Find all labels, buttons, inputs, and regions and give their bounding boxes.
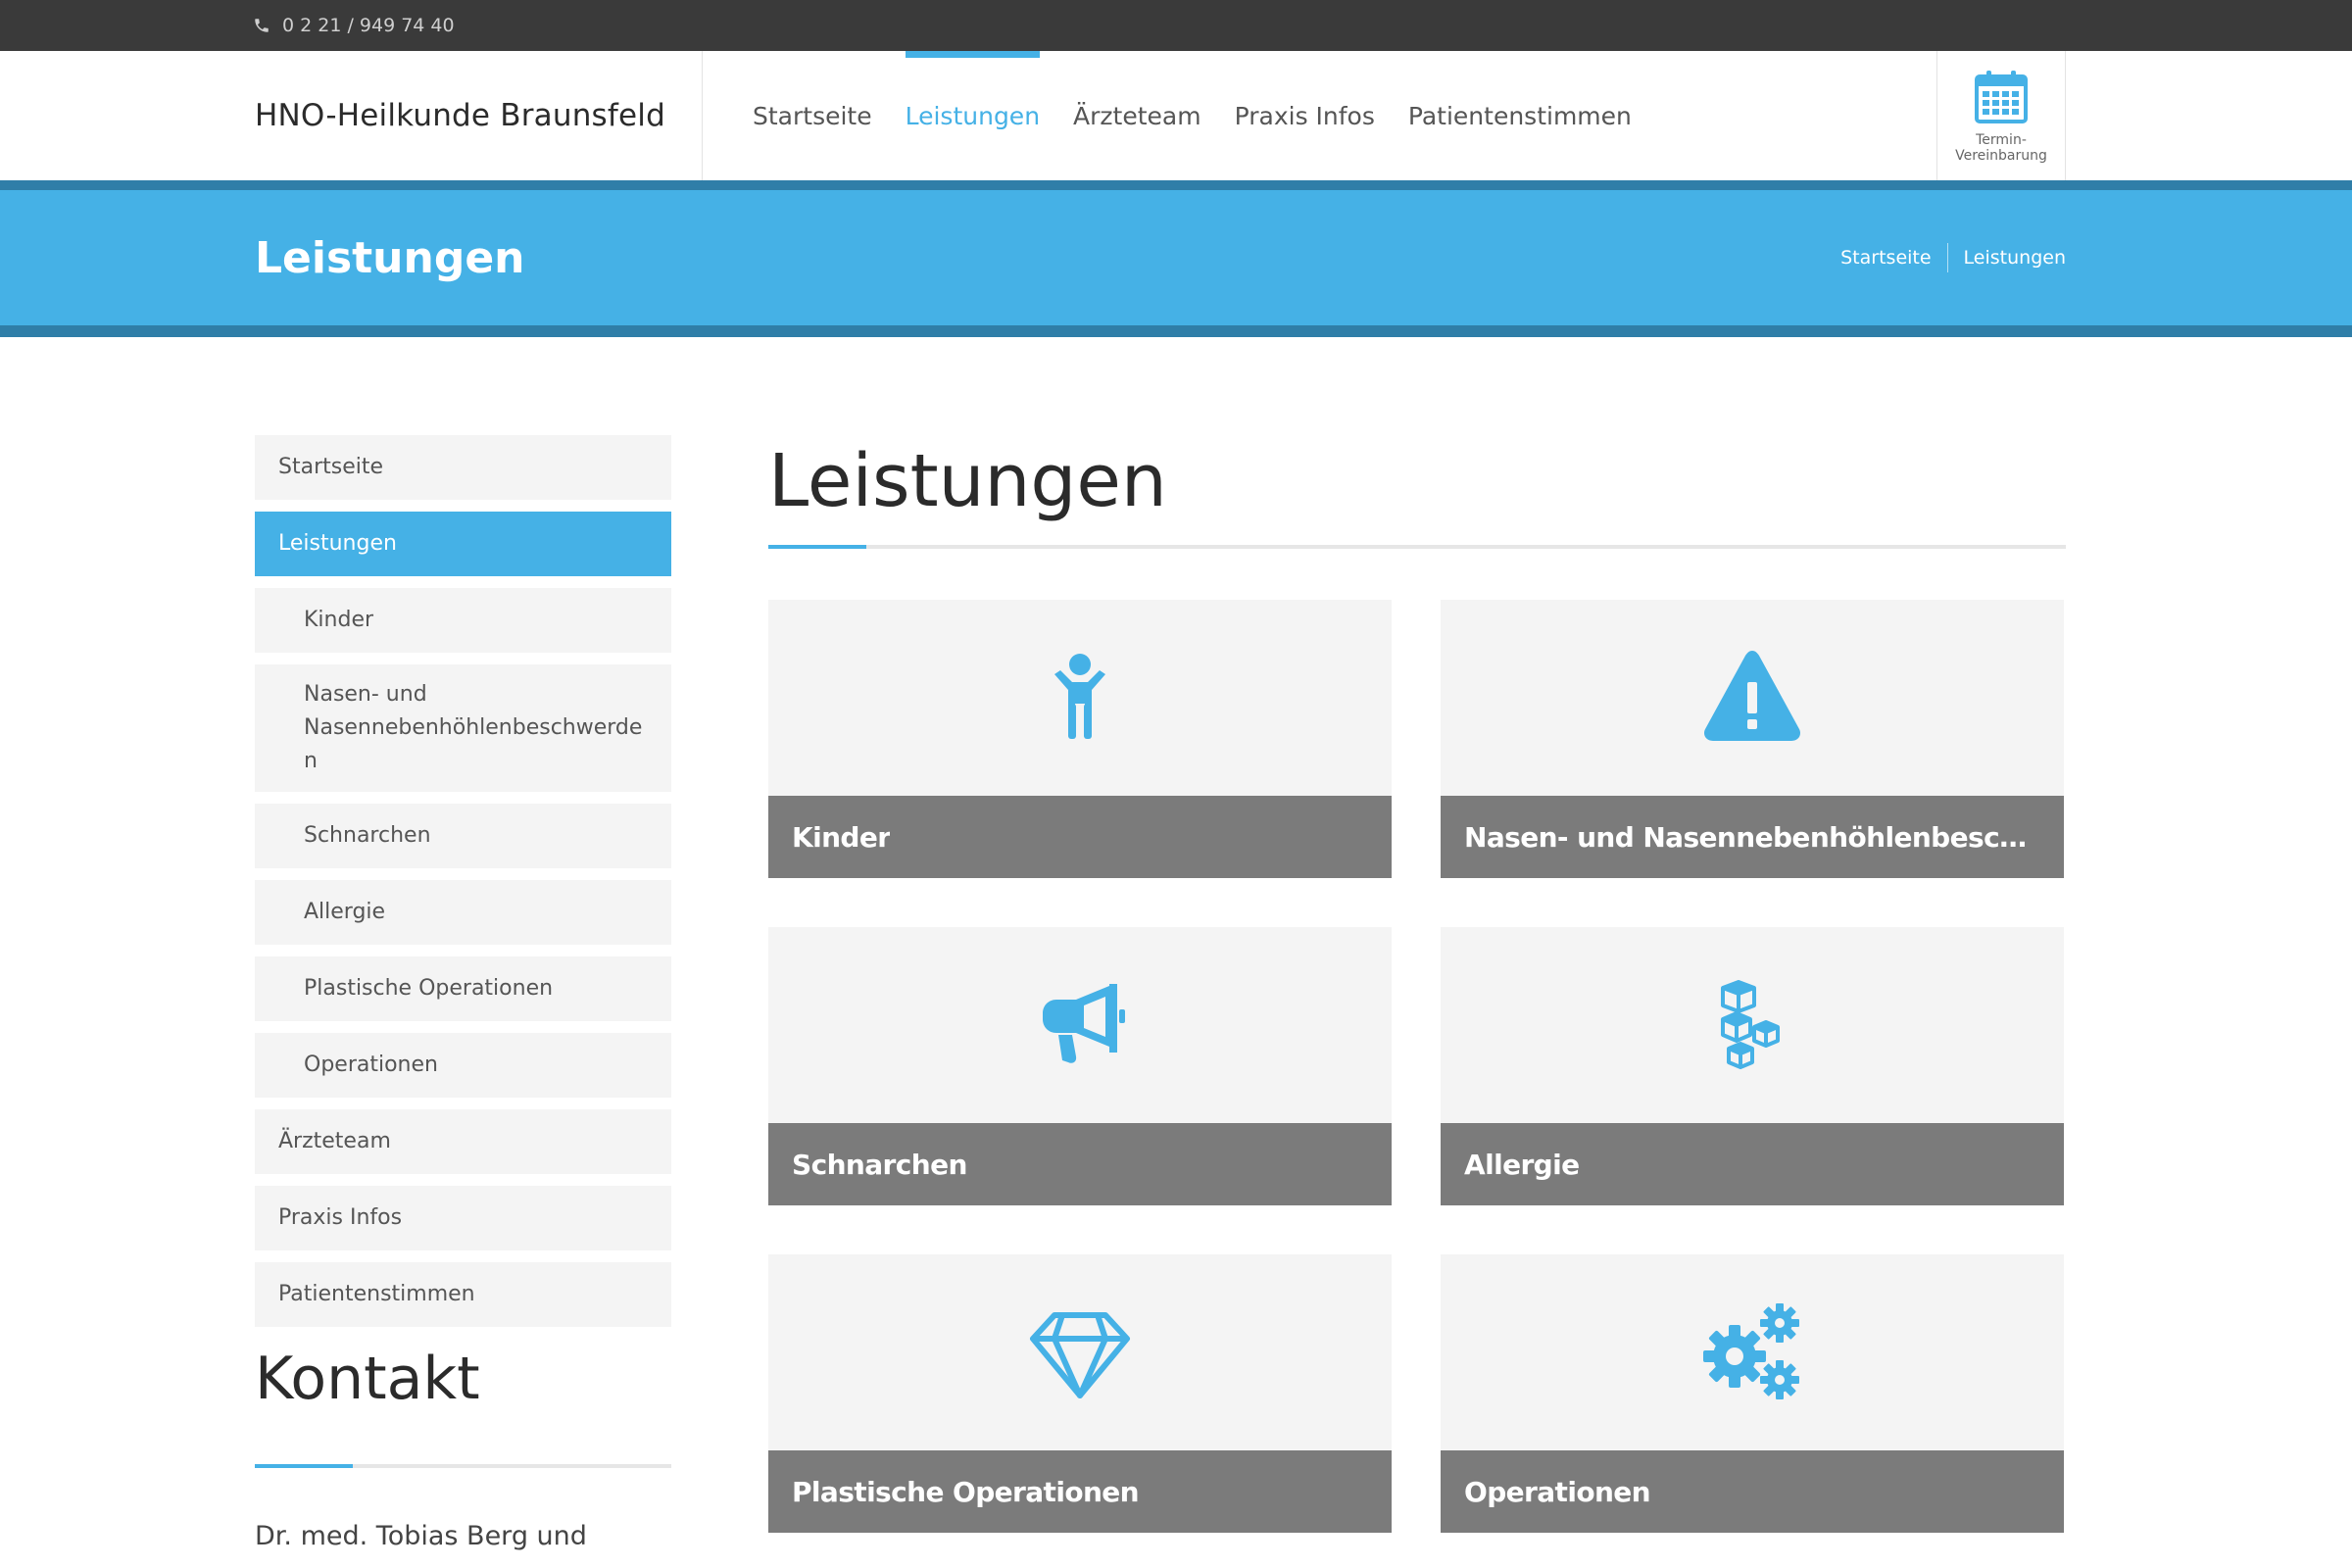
sidebar-item-patientenstimmen[interactable]: Patientenstimmen: [255, 1262, 671, 1327]
card-icon-area: [1441, 600, 2064, 796]
sidebar-item-allergie[interactable]: Allergie: [255, 880, 671, 945]
card-caption: Schnarchen: [768, 1123, 1392, 1205]
card-title: Allergie: [1464, 1148, 1580, 1181]
top-bar: 0 2 21 / 949 74 40: [0, 0, 2352, 51]
header-divider: [702, 51, 703, 180]
appointment-label-line1: Termin-: [1976, 132, 2027, 148]
service-card-operationen[interactable]: Operationen: [1441, 1254, 2064, 1533]
nav-item-aerzteteam[interactable]: Ärzteteam: [1073, 51, 1201, 180]
breadcrumb-separator: [1946, 243, 1948, 272]
main-navigation: Startseite Leistungen Ärzteteam Praxis I…: [753, 51, 1665, 180]
card-caption: Plastische Operationen: [768, 1450, 1392, 1533]
card-icon-area: [1441, 927, 2064, 1123]
kontakt-underline: [255, 1464, 671, 1468]
site-logo-text[interactable]: HNO-Heilkunde Braunsfeld: [255, 51, 665, 180]
breadcrumb-leistungen[interactable]: Leistungen: [1964, 247, 2066, 269]
card-icon-area: [768, 927, 1392, 1123]
card-icon-area: [768, 1254, 1392, 1450]
card-title: Nasen- und Nasennebenhöhlenbeschwerd...: [1464, 820, 2040, 854]
sidebar-menu: Startseite Leistungen Kinder Nasen- und …: [255, 435, 671, 1339]
page-title: Leistungen: [768, 439, 1167, 523]
gears-icon: [1703, 1303, 1799, 1399]
cubes-icon: [1721, 980, 1780, 1069]
phone-icon: [255, 19, 269, 32]
service-card-kinder[interactable]: Kinder: [768, 600, 1392, 878]
nav-item-patientenstimmen[interactable]: Patientenstimmen: [1408, 51, 1632, 180]
sidebar-item-operationen[interactable]: Operationen: [255, 1033, 671, 1098]
sidebar-item-nasen[interactable]: Nasen- und Nasennebenhöhlenbeschwerden: [255, 664, 671, 792]
banner-title: Leistungen: [255, 232, 525, 283]
kontakt-heading: Kontakt: [255, 1345, 480, 1413]
sidebar-item-startseite[interactable]: Startseite: [255, 435, 671, 500]
phone-contact[interactable]: 0 2 21 / 949 74 40: [253, 0, 455, 51]
megaphone-icon: [1043, 984, 1125, 1063]
page-title-banner: Leistungen Startseite Leistungen: [0, 190, 2352, 325]
diamond-icon: [1030, 1312, 1130, 1398]
nav-item-leistungen[interactable]: Leistungen: [905, 51, 1041, 180]
service-card-allergie[interactable]: Allergie: [1441, 927, 2064, 1205]
card-caption: Nasen- und Nasennebenhöhlenbeschwerd...: [1441, 796, 2064, 878]
phone-number: 0 2 21 / 949 74 40: [282, 15, 455, 36]
child-icon: [1054, 654, 1105, 739]
page-title-underline: [768, 545, 2066, 549]
appointment-label: Termin- Vereinbarung: [1947, 132, 2055, 164]
card-title: Operationen: [1464, 1475, 1651, 1508]
card-title: Kinder: [792, 820, 891, 854]
sidebar-item-plastische-operationen[interactable]: Plastische Operationen: [255, 956, 671, 1021]
nav-item-startseite[interactable]: Startseite: [753, 51, 872, 180]
sidebar-item-kinder[interactable]: Kinder: [255, 588, 671, 653]
kontakt-name: Dr. med. Tobias Berg und: [255, 1521, 587, 1551]
service-card-nasen[interactable]: Nasen- und Nasennebenhöhlenbeschwerd...: [1441, 600, 2064, 878]
breadcrumb-startseite[interactable]: Startseite: [1840, 247, 1931, 269]
sidebar-item-praxis-infos[interactable]: Praxis Infos: [255, 1186, 671, 1250]
appointment-button[interactable]: Termin- Vereinbarung: [1936, 51, 2066, 180]
calendar-icon: [1975, 71, 2028, 123]
card-icon-area: [1441, 1254, 2064, 1450]
sidebar-item-schnarchen[interactable]: Schnarchen: [255, 804, 671, 868]
banner-bottom-strip: [0, 325, 2352, 337]
breadcrumb: Startseite Leistungen: [1840, 190, 2066, 325]
sidebar-item-aerzteteam[interactable]: Ärzteteam: [255, 1109, 671, 1174]
card-caption: Allergie: [1441, 1123, 2064, 1205]
banner-top-strip: [0, 180, 2352, 190]
card-title: Schnarchen: [792, 1148, 967, 1181]
sidebar-item-leistungen[interactable]: Leistungen: [255, 512, 671, 576]
card-title: Plastische Operationen: [792, 1475, 1140, 1508]
card-caption: Kinder: [768, 796, 1392, 878]
warning-icon: [1703, 651, 1801, 741]
site-header: HNO-Heilkunde Braunsfeld Startseite Leis…: [0, 51, 2352, 180]
service-card-plastische-operationen[interactable]: Plastische Operationen: [768, 1254, 1392, 1533]
service-card-schnarchen[interactable]: Schnarchen: [768, 927, 1392, 1205]
card-caption: Operationen: [1441, 1450, 2064, 1533]
nav-item-praxis-infos[interactable]: Praxis Infos: [1235, 51, 1375, 180]
card-icon-area: [768, 600, 1392, 796]
appointment-label-line2: Vereinbarung: [1955, 148, 2047, 164]
